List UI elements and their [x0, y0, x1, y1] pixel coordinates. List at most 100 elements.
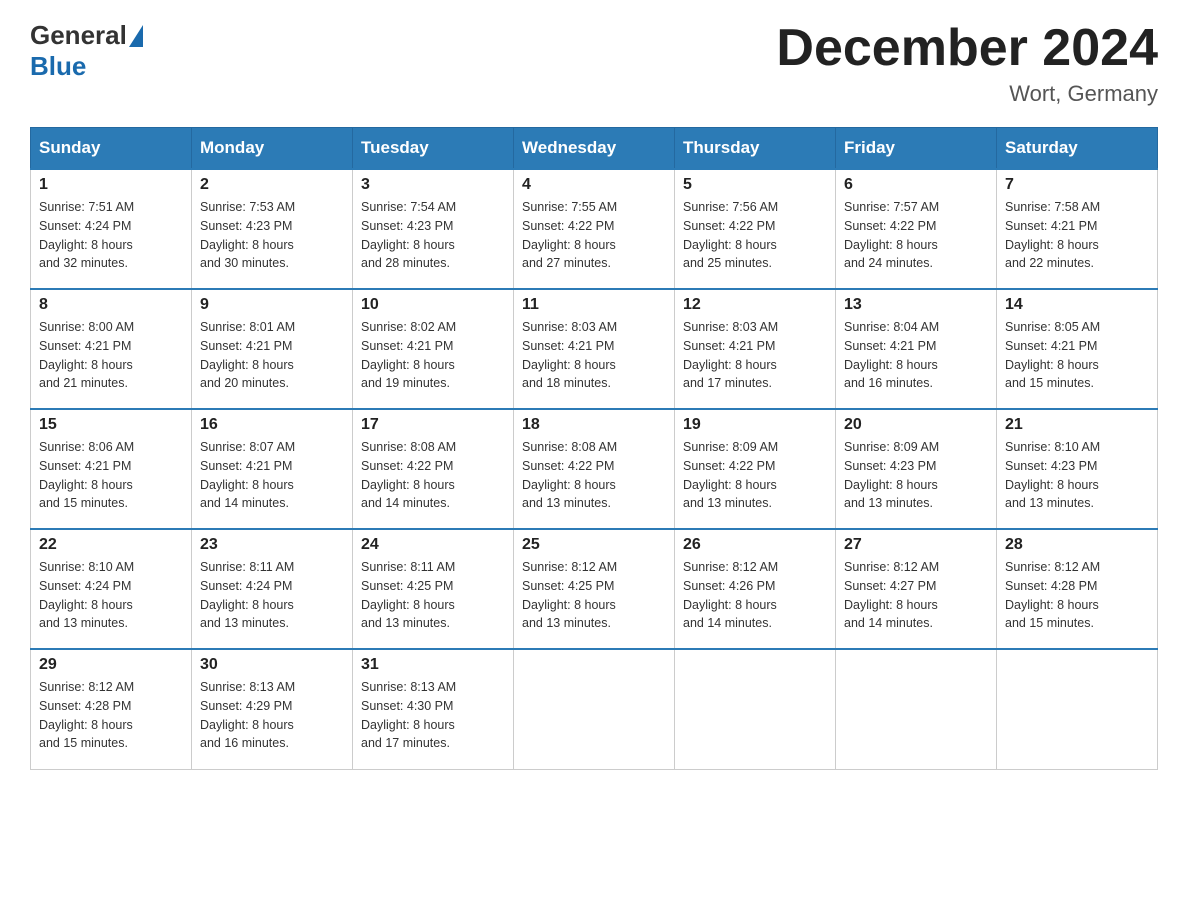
day-number: 28 — [1005, 536, 1149, 554]
day-number: 23 — [200, 536, 344, 554]
day-number: 6 — [844, 176, 988, 194]
day-number: 3 — [361, 176, 505, 194]
calendar-cell: 1 Sunrise: 7:51 AM Sunset: 4:24 PM Dayli… — [31, 169, 192, 289]
day-info: Sunrise: 8:06 AM Sunset: 4:21 PM Dayligh… — [39, 438, 183, 513]
calendar-cell: 4 Sunrise: 7:55 AM Sunset: 4:22 PM Dayli… — [514, 169, 675, 289]
calendar-cell: 12 Sunrise: 8:03 AM Sunset: 4:21 PM Dayl… — [675, 289, 836, 409]
day-number: 14 — [1005, 296, 1149, 314]
calendar-cell: 7 Sunrise: 7:58 AM Sunset: 4:21 PM Dayli… — [997, 169, 1158, 289]
title-section: December 2024 Wort, Germany — [776, 20, 1158, 107]
day-number: 15 — [39, 416, 183, 434]
header-saturday: Saturday — [997, 128, 1158, 170]
calendar-cell: 14 Sunrise: 8:05 AM Sunset: 4:21 PM Dayl… — [997, 289, 1158, 409]
day-info: Sunrise: 8:12 AM Sunset: 4:26 PM Dayligh… — [683, 558, 827, 633]
day-number: 25 — [522, 536, 666, 554]
calendar-cell: 19 Sunrise: 8:09 AM Sunset: 4:22 PM Dayl… — [675, 409, 836, 529]
day-info: Sunrise: 7:56 AM Sunset: 4:22 PM Dayligh… — [683, 198, 827, 273]
calendar-cell: 8 Sunrise: 8:00 AM Sunset: 4:21 PM Dayli… — [31, 289, 192, 409]
logo-general-text: General — [30, 20, 127, 51]
day-number: 1 — [39, 176, 183, 194]
day-info: Sunrise: 8:10 AM Sunset: 4:24 PM Dayligh… — [39, 558, 183, 633]
calendar-cell: 21 Sunrise: 8:10 AM Sunset: 4:23 PM Dayl… — [997, 409, 1158, 529]
day-info: Sunrise: 8:09 AM Sunset: 4:23 PM Dayligh… — [844, 438, 988, 513]
day-info: Sunrise: 8:10 AM Sunset: 4:23 PM Dayligh… — [1005, 438, 1149, 513]
calendar-cell: 2 Sunrise: 7:53 AM Sunset: 4:23 PM Dayli… — [192, 169, 353, 289]
calendar-cell: 18 Sunrise: 8:08 AM Sunset: 4:22 PM Dayl… — [514, 409, 675, 529]
calendar-cell: 17 Sunrise: 8:08 AM Sunset: 4:22 PM Dayl… — [353, 409, 514, 529]
day-number: 22 — [39, 536, 183, 554]
day-info: Sunrise: 8:13 AM Sunset: 4:29 PM Dayligh… — [200, 678, 344, 753]
day-number: 8 — [39, 296, 183, 314]
calendar-cell — [675, 649, 836, 769]
day-number: 30 — [200, 656, 344, 674]
logo-text: General — [30, 20, 145, 51]
header-wednesday: Wednesday — [514, 128, 675, 170]
day-info: Sunrise: 7:51 AM Sunset: 4:24 PM Dayligh… — [39, 198, 183, 273]
header-friday: Friday — [836, 128, 997, 170]
week-row-1: 1 Sunrise: 7:51 AM Sunset: 4:24 PM Dayli… — [31, 169, 1158, 289]
day-number: 17 — [361, 416, 505, 434]
calendar-cell: 5 Sunrise: 7:56 AM Sunset: 4:22 PM Dayli… — [675, 169, 836, 289]
calendar-cell: 10 Sunrise: 8:02 AM Sunset: 4:21 PM Dayl… — [353, 289, 514, 409]
calendar-title: December 2024 — [776, 20, 1158, 77]
calendar-cell — [836, 649, 997, 769]
week-row-4: 22 Sunrise: 8:10 AM Sunset: 4:24 PM Dayl… — [31, 529, 1158, 649]
day-number: 10 — [361, 296, 505, 314]
day-number: 11 — [522, 296, 666, 314]
calendar-subtitle: Wort, Germany — [776, 81, 1158, 107]
day-info: Sunrise: 8:07 AM Sunset: 4:21 PM Dayligh… — [200, 438, 344, 513]
day-info: Sunrise: 8:03 AM Sunset: 4:21 PM Dayligh… — [522, 318, 666, 393]
day-number: 5 — [683, 176, 827, 194]
day-info: Sunrise: 7:58 AM Sunset: 4:21 PM Dayligh… — [1005, 198, 1149, 273]
calendar-cell: 30 Sunrise: 8:13 AM Sunset: 4:29 PM Dayl… — [192, 649, 353, 769]
day-number: 18 — [522, 416, 666, 434]
day-info: Sunrise: 8:01 AM Sunset: 4:21 PM Dayligh… — [200, 318, 344, 393]
day-info: Sunrise: 8:02 AM Sunset: 4:21 PM Dayligh… — [361, 318, 505, 393]
header-sunday: Sunday — [31, 128, 192, 170]
calendar-cell: 13 Sunrise: 8:04 AM Sunset: 4:21 PM Dayl… — [836, 289, 997, 409]
day-number: 4 — [522, 176, 666, 194]
day-number: 13 — [844, 296, 988, 314]
calendar-cell: 15 Sunrise: 8:06 AM Sunset: 4:21 PM Dayl… — [31, 409, 192, 529]
day-info: Sunrise: 8:00 AM Sunset: 4:21 PM Dayligh… — [39, 318, 183, 393]
day-number: 26 — [683, 536, 827, 554]
calendar-cell: 28 Sunrise: 8:12 AM Sunset: 4:28 PM Dayl… — [997, 529, 1158, 649]
day-number: 9 — [200, 296, 344, 314]
day-number: 7 — [1005, 176, 1149, 194]
day-info: Sunrise: 8:08 AM Sunset: 4:22 PM Dayligh… — [522, 438, 666, 513]
page-header: General Blue December 2024 Wort, Germany — [30, 20, 1158, 107]
calendar-cell: 11 Sunrise: 8:03 AM Sunset: 4:21 PM Dayl… — [514, 289, 675, 409]
calendar-cell: 25 Sunrise: 8:12 AM Sunset: 4:25 PM Dayl… — [514, 529, 675, 649]
day-info: Sunrise: 8:08 AM Sunset: 4:22 PM Dayligh… — [361, 438, 505, 513]
calendar-cell: 26 Sunrise: 8:12 AM Sunset: 4:26 PM Dayl… — [675, 529, 836, 649]
day-info: Sunrise: 8:04 AM Sunset: 4:21 PM Dayligh… — [844, 318, 988, 393]
calendar-cell — [514, 649, 675, 769]
calendar-cell: 31 Sunrise: 8:13 AM Sunset: 4:30 PM Dayl… — [353, 649, 514, 769]
day-info: Sunrise: 8:11 AM Sunset: 4:25 PM Dayligh… — [361, 558, 505, 633]
logo-blue-text: Blue — [30, 51, 86, 82]
day-info: Sunrise: 7:54 AM Sunset: 4:23 PM Dayligh… — [361, 198, 505, 273]
day-number: 24 — [361, 536, 505, 554]
day-number: 16 — [200, 416, 344, 434]
logo: General Blue — [30, 20, 145, 82]
week-row-5: 29 Sunrise: 8:12 AM Sunset: 4:28 PM Dayl… — [31, 649, 1158, 769]
calendar-cell — [997, 649, 1158, 769]
day-number: 20 — [844, 416, 988, 434]
day-info: Sunrise: 7:53 AM Sunset: 4:23 PM Dayligh… — [200, 198, 344, 273]
header-thursday: Thursday — [675, 128, 836, 170]
day-number: 21 — [1005, 416, 1149, 434]
day-number: 2 — [200, 176, 344, 194]
day-info: Sunrise: 8:12 AM Sunset: 4:27 PM Dayligh… — [844, 558, 988, 633]
calendar-cell: 16 Sunrise: 8:07 AM Sunset: 4:21 PM Dayl… — [192, 409, 353, 529]
calendar-cell: 22 Sunrise: 8:10 AM Sunset: 4:24 PM Dayl… — [31, 529, 192, 649]
header-monday: Monday — [192, 128, 353, 170]
day-number: 27 — [844, 536, 988, 554]
day-info: Sunrise: 8:03 AM Sunset: 4:21 PM Dayligh… — [683, 318, 827, 393]
day-number: 29 — [39, 656, 183, 674]
calendar-cell: 6 Sunrise: 7:57 AM Sunset: 4:22 PM Dayli… — [836, 169, 997, 289]
calendar-table: Sunday Monday Tuesday Wednesday Thursday… — [30, 127, 1158, 770]
calendar-cell: 3 Sunrise: 7:54 AM Sunset: 4:23 PM Dayli… — [353, 169, 514, 289]
calendar-cell: 20 Sunrise: 8:09 AM Sunset: 4:23 PM Dayl… — [836, 409, 997, 529]
day-info: Sunrise: 8:12 AM Sunset: 4:28 PM Dayligh… — [39, 678, 183, 753]
day-info: Sunrise: 8:13 AM Sunset: 4:30 PM Dayligh… — [361, 678, 505, 753]
